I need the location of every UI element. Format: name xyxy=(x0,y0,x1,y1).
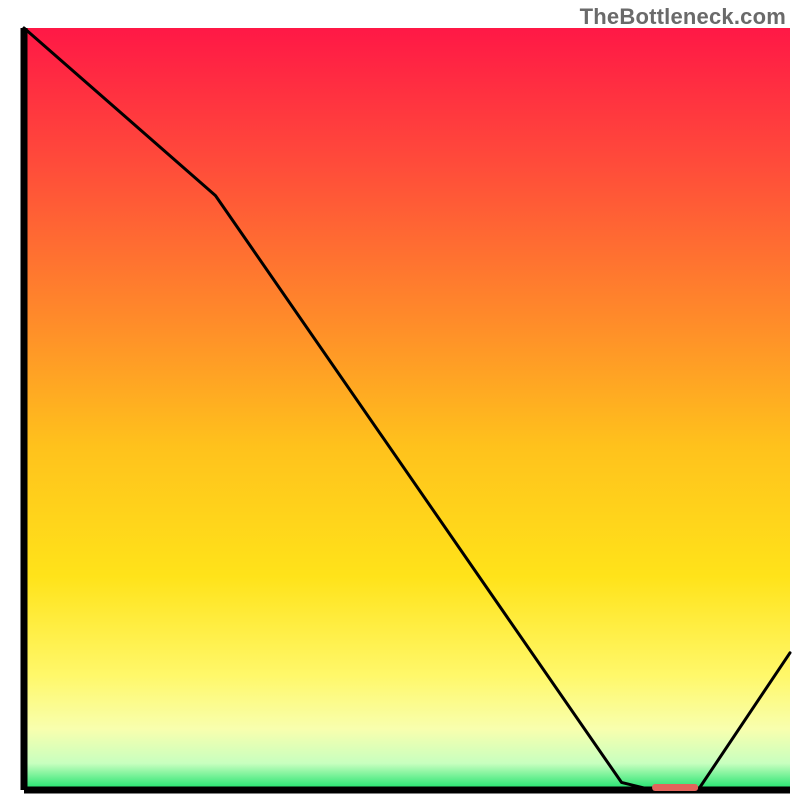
plot-area xyxy=(24,28,790,790)
bottleneck-chart: TheBottleneck.com xyxy=(0,0,800,800)
chart-svg xyxy=(0,0,800,800)
optimal-marker xyxy=(652,784,698,791)
watermark-text: TheBottleneck.com xyxy=(580,4,786,30)
